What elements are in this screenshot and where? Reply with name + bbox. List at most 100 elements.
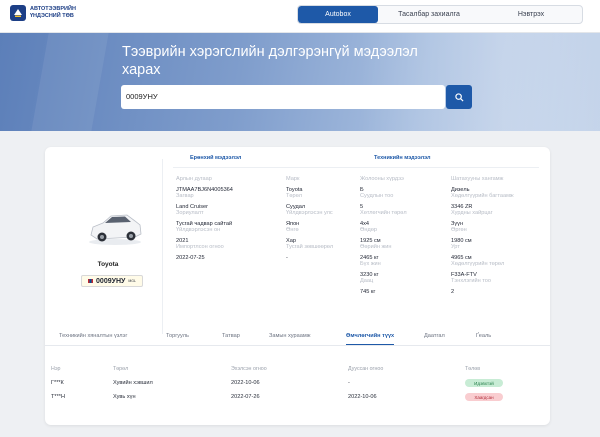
field-label: Хөдөлгүүрийн багтаамж <box>451 193 514 199</box>
technical-field: Шатахууны хангамж Дизель <box>451 176 503 194</box>
tab-7[interactable]: Ґеаль <box>476 333 491 345</box>
table-cell: Г***К <box>51 380 64 386</box>
field-label: Суудлын тоо <box>360 193 394 199</box>
field-label: Бүх жин <box>360 261 381 267</box>
tab-3[interactable]: Татвар <box>222 333 240 345</box>
field-label: Төрөл <box>286 193 303 199</box>
field-label: Өнгө <box>286 227 299 233</box>
detail-tabs: Техникийн хяналтын үзлэг Торгууль Татвар За… <box>45 330 550 346</box>
car-icon <box>89 214 142 245</box>
field-label: Тэнхлэгийн тоо <box>451 278 491 284</box>
field-label: Шатахууны хангамж <box>451 176 504 182</box>
technical-field: Урт 4965 см <box>451 244 472 262</box>
license-plate: 0009УНУ MGL <box>81 275 143 287</box>
hero-banner: Тээврийн хэрэгслийн дэлгэрэнгүй мэдээлэл… <box>0 33 600 131</box>
field-value: 2022-07-25 <box>176 255 205 261</box>
plate-number: 0009УНУ <box>96 277 126 285</box>
field-label: Хурдны хайрцаг <box>451 210 493 216</box>
table-header: Нэр <box>51 366 61 372</box>
field-label: Өөрийн жин <box>360 244 392 250</box>
table-cell: Хувь хүн <box>113 394 136 400</box>
general-field: Үйлдвэрлэсэн он 2021 <box>176 227 220 245</box>
hero-decoration <box>31 33 109 131</box>
logo-text: АВТОТЭЭВРИЙН ҮНДЭСНИЙ ТӨВ <box>30 6 82 20</box>
technical-field: Хөдөлгүүрийн багтаамж 3346 ZR <box>451 193 514 211</box>
table-header: Төлөв <box>465 366 481 372</box>
vehicle-card: Toyota 0009УНУ MGL Ерөнхий мэдээлэл Техн… <box>45 147 550 425</box>
vehicle-summary: Toyota 0009УНУ MGL <box>53 159 163 334</box>
field-label: Өргөн <box>451 227 467 233</box>
tab-2[interactable]: Торгууль <box>166 333 189 345</box>
nav-tab-login[interactable]: Нэвтрэх <box>480 6 582 23</box>
field-label: Үйлдвэрлэсэн он <box>176 227 221 233</box>
field-label: Үйлдвэрлэсэн улс <box>286 210 333 216</box>
logo[interactable]: АВТОТЭЭВРИЙН ҮНДЭСНИЙ ТӨВ <box>10 5 82 21</box>
vehicle-make: Toyota <box>97 261 119 268</box>
technical-info-title: Техникийн мэдээлэл <box>374 155 431 161</box>
table-cell: Хувийн хэвшил <box>113 380 153 386</box>
tab-5[interactable]: Өмчлөгчийн түүх <box>346 333 395 345</box>
technical-field: Хөдөлгүүрийн төрөл F33A-FTV <box>451 261 504 279</box>
nav-tab-autobox[interactable]: Autobox <box>298 6 378 23</box>
general-field: Зориулалт Тусгай чадвар сайтай <box>176 210 232 228</box>
tab-1[interactable]: Техникийн хяналтын үзлэг <box>59 333 127 345</box>
technical-field: Суудлын тоо 5 <box>360 193 393 211</box>
table-header: Төрөл <box>113 366 129 372</box>
field-value: 2 <box>451 289 455 295</box>
status-badge: Идэвхтэй <box>465 379 503 387</box>
general-field: Марк Toyota <box>286 176 302 194</box>
table-cell: Т***Н <box>51 394 65 400</box>
field-value: - <box>286 255 288 261</box>
table-cell: - <box>348 380 350 386</box>
field-label: Жолооны хүрдээ <box>360 176 404 182</box>
technical-field: Жолооны хүрдээ Б <box>360 176 404 194</box>
field-label: Арлын дугаар <box>176 176 212 182</box>
status-badge: Хаагдсан <box>465 393 503 401</box>
field-label: Даац <box>360 278 374 284</box>
field-label: Хөтлөгчийн төрөл <box>360 210 407 216</box>
technical-field: Өөрийн жин 2465 кг <box>360 244 391 262</box>
technical-field: Бүх жин 3230 кг <box>360 261 381 279</box>
logo-line-2: ҮНДЭСНИЙ ТӨВ <box>30 13 74 19</box>
technical-field: Хөтлөгчийн төрөл 4x4 <box>360 210 407 228</box>
tab-6[interactable]: Даатгал <box>424 333 445 345</box>
general-field: Өнгө Хар <box>286 227 299 245</box>
field-label: Хөдөлгүүрийн төрөл <box>451 261 505 267</box>
logo-line-1: АВТОТЭЭВРИЙН <box>30 6 76 12</box>
table-header: Дууссан огноо <box>348 366 384 372</box>
table-cell: 2022-07-26 <box>231 394 260 400</box>
nav-tabs: Autobox Тасалбар захиалга Нэвтрэх <box>297 5 583 24</box>
field-label: Импортлсон огноо <box>176 244 224 250</box>
table-cell: 2022-10-06 <box>348 394 377 400</box>
technical-field: Хурдны хайрцаг Зүүн <box>451 210 493 228</box>
technical-field: Өргөн 1980 см <box>451 227 472 245</box>
general-field: Импортлсон огноо 2022-07-25 <box>176 244 224 262</box>
hero-title: Тээврийн хэрэгслийн дэлгэрэнгүй мэдээлэл… <box>122 44 418 78</box>
field-label: Өндөр <box>360 227 377 233</box>
plate-suffix: MGL <box>128 279 136 283</box>
table-cell: 2022-10-06 <box>231 380 260 386</box>
search-button[interactable] <box>446 85 472 109</box>
top-bar: АВТОТЭЭВРИЙН ҮНДЭСНИЙ ТӨВ Autobox Тасалб… <box>0 0 600 33</box>
section-divider <box>173 167 539 168</box>
technical-field: Даац 745 кг <box>360 278 375 296</box>
field-label: Тусгай зөвшөөрөл <box>286 244 334 250</box>
tab-4[interactable]: Замын хураамж <box>269 333 310 345</box>
general-field: Загвар Land Cruiser <box>176 193 208 211</box>
field-label: Зориулалт <box>176 210 204 216</box>
general-field: Тусгай зөвшөөрөл - <box>286 244 333 262</box>
technical-field: Тэнхлэгийн тоо 2 <box>451 278 491 296</box>
search-input[interactable]: 0009УНУ <box>121 85 445 109</box>
general-field: Төрөл Суудал <box>286 193 305 211</box>
general-field: Үйлдвэрлэсэн улс Япон <box>286 210 333 228</box>
logo-icon <box>10 5 26 21</box>
search-icon <box>454 92 464 102</box>
table-header: Эхэлсэн огноо <box>231 366 267 372</box>
general-field: Арлын дугаар JTMAA7BJ6N4005364 <box>176 176 233 194</box>
nav-tab-tickets[interactable]: Тасалбар захиалга <box>378 6 480 23</box>
field-label: Урт <box>451 244 460 250</box>
field-label: Загвар <box>176 193 194 199</box>
field-value: 745 кг <box>360 289 376 295</box>
technical-field: Өндөр 1925 см <box>360 227 381 245</box>
field-label: Марк <box>286 176 300 182</box>
